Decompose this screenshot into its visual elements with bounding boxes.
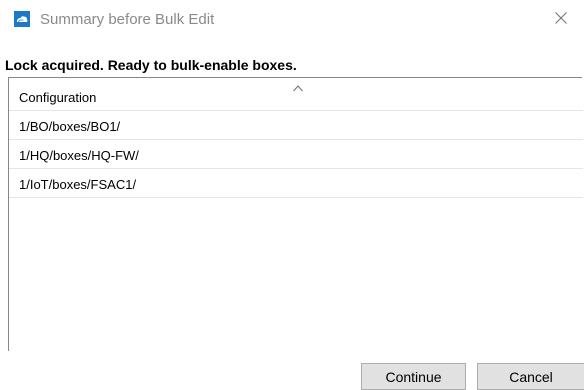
list-item[interactable]: 1/HQ/boxes/HQ-FW/ [9, 140, 583, 169]
close-icon [555, 11, 567, 29]
app-cloud-icon [14, 11, 30, 27]
window-title: Summary before Bulk Edit [40, 11, 215, 28]
list-item-label: 1/HQ/boxes/HQ-FW/ [19, 148, 139, 163]
configuration-list[interactable]: Configuration 1/BO/boxes/BO1/ 1/HQ/boxes… [8, 77, 583, 351]
cancel-button[interactable]: Cancel [477, 363, 584, 390]
continue-button[interactable]: Continue [361, 363, 466, 390]
sort-up-icon [293, 79, 303, 92]
list-item-label: 1/IoT/boxes/FSAC1/ [19, 177, 137, 192]
column-header-label: Configuration [19, 90, 97, 105]
title-bar: Summary before Bulk Edit [0, 0, 584, 44]
list-item[interactable]: 1/BO/boxes/BO1/ [9, 111, 583, 140]
close-button[interactable] [538, 0, 584, 40]
list-item[interactable]: 1/IoT/boxes/FSAC1/ [9, 169, 583, 198]
status-message: Lock acquired. Ready to bulk-enable boxe… [5, 57, 297, 73]
list-item-label: 1/BO/boxes/BO1/ [19, 119, 121, 134]
